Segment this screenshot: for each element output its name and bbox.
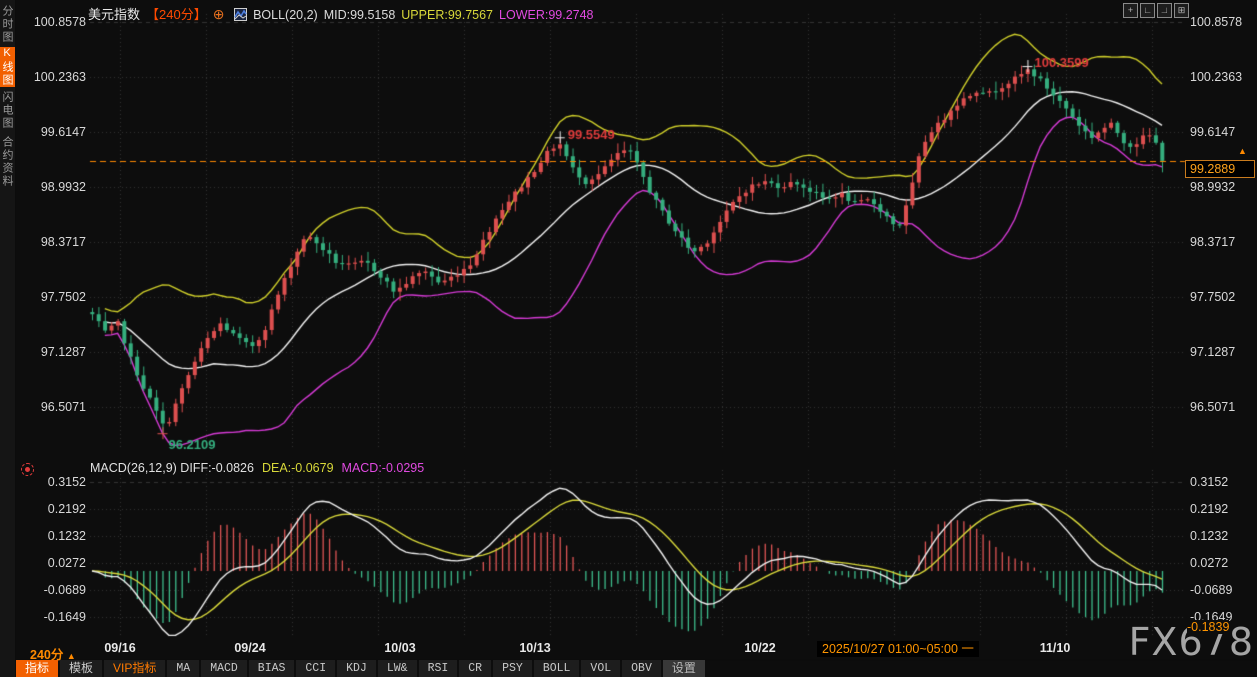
macd-tick-left: 0.1232 [47,529,86,544]
macd-dea-value: DEA:-0.0679 [261,461,334,475]
sidebar-item-4[interactable]: 合约资料 [0,133,15,191]
price-tick-right: 97.7502 [1190,289,1236,304]
add-indicator-icon[interactable]: ⊕ [213,6,225,22]
price-tick-left: 98.9932 [40,179,86,194]
price-tick-right: 98.3717 [1190,234,1236,249]
boll-mid-value: MID:99.5158 [323,8,396,22]
macd-tick-right: 0.1232 [1190,529,1229,544]
macd-tick-right: 0.0272 [1190,556,1229,571]
left-sidebar: 分时图 K线图闪电图合约资料 [0,0,15,677]
indicator-toolbar: 指标 模板 VIP指标 MA MACD BIAS CCI KDJ LW& RSI CR PSY BOLL… [16,660,705,677]
panel-toggle-icon[interactable]: ⊞ [1174,3,1189,18]
macd-current-value: -0.1839 [1187,620,1230,634]
macd-tick-right: -0.0689 [1190,583,1233,598]
macd-diff-value[interactable]: MACD(26,12,9) DIFF:-0.0826 [90,461,254,475]
main-chart-canvas[interactable] [0,0,1257,677]
price-tick-left: 99.6147 [40,125,86,139]
date-label: 10/13 [519,641,551,655]
symbol-title: 美元指数 [88,7,141,22]
toolbar-settings[interactable]: 设置 [662,660,705,677]
macd-tick-left: 0.3152 [47,475,86,490]
toolbar-indicator-lw[interactable]: LW& [377,660,417,677]
toolbar-vip-indicator[interactable]: VIP指标 [104,660,166,677]
pan-icon[interactable]: + [1123,3,1138,18]
toolbar-indicator-obv[interactable]: OBV [622,660,661,677]
toolbar-indicator-boll[interactable]: BOLL [533,660,580,677]
date-label: 09/24 [234,641,266,655]
axis-zoom-right-icon[interactable]: ∟ [1157,3,1172,18]
toolbar-indicator-psy[interactable]: PSY [493,660,532,677]
price-tick-left: 97.1287 [40,344,86,359]
date-label: 10/22 [744,641,776,655]
window-tool-icons: + ∟ ∟ ⊞ [1123,3,1189,18]
toolbar-indicator-cr[interactable]: CR [459,660,492,677]
macd-tick-left: 0.0272 [47,556,86,571]
macd-tick-left: 0.2192 [47,502,86,517]
toolbar-indicator-rsi[interactable]: RSI [418,660,458,677]
price-tick-right: 100.8578 [1190,15,1243,29]
toolbar-indicator-macd[interactable]: MACD [201,660,247,677]
price-tick-right: 99.6147 [1190,125,1236,139]
macd-tick-left: -0.1649 [43,610,86,625]
current-price-badge: 99.2889 [1185,160,1255,178]
date-label: 10/03 [384,641,416,655]
toolbar-indicator-bias[interactable]: BIAS [248,660,295,677]
chart-header: 美元指数 【240分】 ⊕ BOLL(20,2) MID:99.5158 UPPER:9… [88,4,600,24]
toolbar-indicator-kdj[interactable]: KDJ [337,660,376,677]
price-tick-right: 97.1287 [1190,344,1236,359]
price-tick-left: 96.5071 [40,399,86,414]
toolbar-tab-template[interactable]: 模板 [60,660,103,677]
price-tick-left: 97.7502 [40,289,86,304]
macd-header: MACD(26,12,9) DIFF:-0.0826 DEA:-0.0679 MAC… [90,461,432,475]
price-tick-left: 100.2363 [33,69,86,84]
price-arrow-icon: ▲ [1238,146,1247,156]
macd-macd-value: MACD:-0.0295 [341,461,425,475]
sidebar-item-3[interactable]: 闪电图 [0,89,15,131]
toolbar-indicator-cci[interactable]: CCI [296,660,336,677]
chart-type-icon[interactable] [234,8,248,24]
sidebar-item-1[interactable]: 分时图 [0,3,15,45]
price-tick-right: 98.9932 [1190,179,1236,194]
date-label: 11/10 [1039,641,1071,655]
macd-tick-left: -0.0689 [43,583,86,598]
toolbar-tab-indicator[interactable]: 指标 [16,660,59,677]
toolbar-indicator-vol[interactable]: VOL [581,660,621,677]
period-tag[interactable]: 【240分】 [146,7,207,22]
price-tick-left: 100.8578 [33,15,86,29]
toolbar-indicator-ma[interactable]: MA [167,660,200,677]
sidebar-item-2[interactable]: K线图 [0,47,15,87]
macd-tick-right: 0.3152 [1190,475,1229,490]
boll-lower-value: LOWER:99.2748 [499,8,594,22]
macd-tick-right: 0.2192 [1190,502,1229,517]
price-tick-right: 100.2363 [1190,69,1243,84]
bar-time-tooltip: 2025/10/27 01:00~05:00 一 [817,641,979,657]
axis-zoom-left-icon[interactable]: ∟ [1140,3,1155,18]
date-label: 09/16 [104,641,136,655]
macd-marker-icon[interactable] [21,463,34,476]
boll-label[interactable]: BOLL(20,2) [253,8,318,22]
price-tick-right: 96.5071 [1190,399,1236,414]
boll-upper-value: UPPER:99.7567 [401,8,494,22]
trading-app-window: 分时图 K线图闪电图合约资料 美元指数 【240分】 ⊕ BOLL(20,2) MID:… [0,0,1257,677]
price-tick-left: 98.3717 [40,234,86,249]
